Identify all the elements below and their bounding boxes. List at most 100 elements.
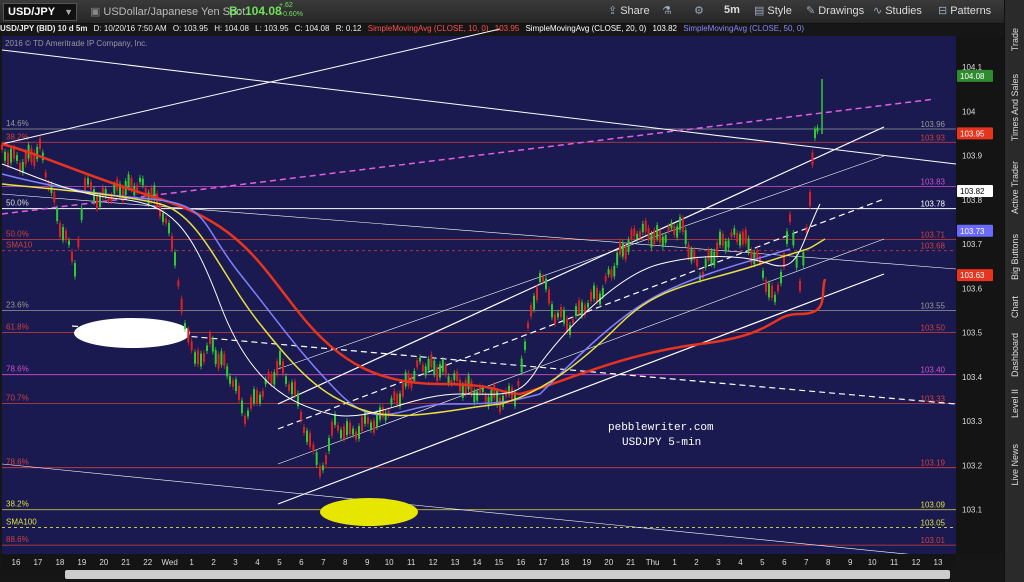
candle-body [288,384,290,391]
description-text: USDollar/Japanese Yen Spot [103,6,246,18]
x-tick-label: 5 [277,558,282,567]
patterns-button[interactable]: ⊟ Patterns [938,4,991,17]
candle-body [727,240,730,248]
candle-body [424,366,427,376]
candle-body [581,302,583,317]
symbol-selector[interactable]: USD/JPY ▼ [3,3,77,21]
level-right-label: 103.83 [921,178,946,187]
price-chart[interactable]: 14.6% 103.9638.2% 103.93103.8350.0% 103.785… [0,24,1004,582]
candle-body [355,431,357,440]
level-left-label: 61.8% [6,323,29,332]
candle-body [590,291,592,302]
price-tag-label: 103.95 [960,129,985,138]
status-low: L: 103.95 [255,24,289,33]
x-tick-label: 7 [804,558,809,567]
candle-body [464,380,467,395]
y-tick-label: 103.5 [962,329,983,338]
studies-button[interactable]: ∿ Studies [873,4,922,17]
candle-body [197,350,199,365]
sma20-label: SimpleMovingAvg (CLOSE, 20, 0) [525,24,647,33]
candle-body [484,394,487,402]
x-tick-label: 21 [121,558,130,567]
candle-body [367,417,369,424]
candle-body [733,228,736,235]
drawings-button[interactable]: ✎ Drawings [806,4,864,17]
candle-body [44,172,47,178]
sidebar-tab-times-and-sales[interactable]: Times And Sales [1005,70,1024,145]
x-tick-label: 7 [321,558,326,567]
candle-body [184,323,186,329]
candle-body [306,430,308,442]
candle-body [536,287,538,301]
sidebar-tab-dashboard[interactable]: Dashboard [1005,330,1024,380]
share-button[interactable]: ⇪ Share [608,4,650,17]
candle-body [653,230,656,245]
level-left-label: 78.6% [6,365,29,374]
horizontal-scrollbar[interactable] [65,570,950,579]
copyright-notice: 2016 © TD Ameritrade IP Company, Inc. [5,39,148,48]
candle-body [809,191,811,206]
settings-button[interactable]: ⚙ [694,4,707,17]
change-value: +.62 [279,2,293,9]
level-right-label: 103.50 [921,324,946,333]
x-tick-label: 10 [385,558,394,567]
interval-button[interactable]: 5m [724,4,740,16]
candle-body [765,279,767,293]
candle-body [736,232,739,243]
candle-body [627,239,630,252]
candle-body [65,230,67,240]
sidebar-tab-active-trader[interactable]: Active Trader [1005,150,1024,225]
candle-body [641,223,644,233]
x-tick-label: 8 [343,558,348,567]
x-tick-label: 16 [12,558,21,567]
y-tick-label: 103.7 [962,240,983,249]
sidebar-tab-live-news[interactable]: Live News [1005,425,1024,505]
candle-body [710,250,713,264]
candle-body [16,155,18,161]
sidebar-tab-trade[interactable]: Trade [1005,20,1024,60]
candle-body [214,350,217,364]
sidebar-tab-big-buttons[interactable]: Big Buttons [1005,230,1024,285]
x-tick-label: 17 [33,558,42,567]
patterns-icon: ⊟ [938,5,948,17]
candle-body [393,391,396,401]
candle-body [447,376,450,384]
candle-body [724,241,727,251]
level-right-label: 103.01 [921,536,946,545]
candle-body [99,195,101,208]
style-button[interactable]: ▤ Style [754,4,792,17]
flask-icon: ⚗ [662,5,672,17]
level-left-label: SMA100 [6,517,37,526]
x-tick-label: 3 [233,558,238,567]
sidebar-tab-chart[interactable]: Chart [1005,290,1024,325]
candle-body [419,357,421,362]
share-icon: ⇪ [608,5,618,17]
candle-body [177,280,180,287]
x-tick-label: 11 [407,558,416,567]
candle-body [220,351,223,365]
candle-body [548,289,550,304]
sidebar-tab-label: Active Trader [1010,160,1020,215]
candle-body [36,146,39,160]
candle-body [439,364,441,378]
x-tick-label: 9 [848,558,853,567]
candle-body [690,249,693,262]
patterns-label: Patterns [950,5,992,17]
drawings-label: Drawings [818,5,865,17]
candle-body [165,218,167,224]
y-tick-label: 103.8 [962,196,983,205]
sma50-label: SimpleMovingAvg (CLOSE, 50, 0) [683,24,804,33]
candle-body [473,390,476,403]
x-tick-label: 18 [560,558,569,567]
candle-body [39,138,41,149]
price-tag-label: 103.63 [960,271,985,280]
flask-button[interactable]: ⚗ [662,4,675,17]
candle-body [325,455,327,465]
candle-body [811,152,814,166]
sidebar-tab-level-ii[interactable]: Level II [1005,385,1024,423]
candle-body [396,393,399,405]
level-right-label: 103.05 [921,518,946,527]
candle-body [30,148,33,163]
candle-body [7,152,9,166]
symbol-text: USD/JPY [8,6,56,18]
